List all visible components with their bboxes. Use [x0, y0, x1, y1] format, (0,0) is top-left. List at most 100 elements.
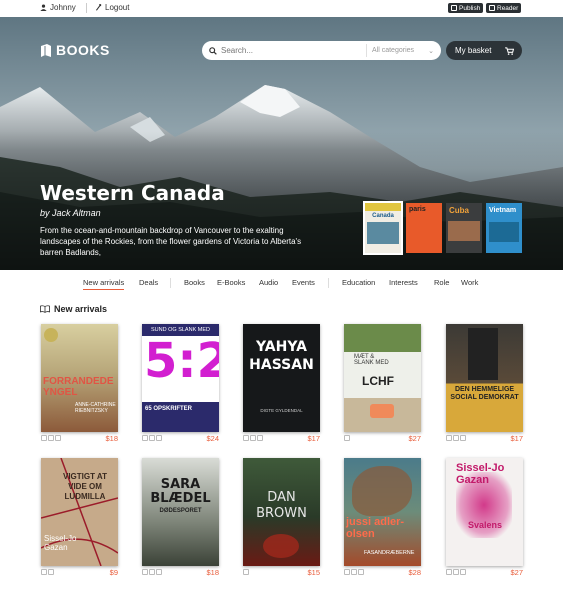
- basket-button[interactable]: My basket: [446, 41, 522, 60]
- search-input[interactable]: [221, 46, 361, 55]
- top-bar: Johnny Logout Publish Reader: [0, 0, 563, 17]
- book-price: $18: [206, 568, 219, 577]
- nav-books[interactable]: Books: [184, 278, 205, 287]
- book-title: Sissel-Jo Gazan: [456, 462, 505, 486]
- format-icon: [351, 569, 357, 575]
- book-cover[interactable]: Sissel-Jo Gazan Svalens: [446, 458, 523, 566]
- format-icons: [142, 435, 162, 441]
- pheasant-graphic: [352, 466, 412, 516]
- book-meta: $18: [142, 568, 219, 578]
- nav-role[interactable]: Role: [434, 278, 449, 287]
- nav-ebooks[interactable]: E-Books: [217, 278, 245, 287]
- publish-button[interactable]: Publish: [448, 3, 484, 13]
- hero-description: From the ocean-and-mountain backdrop of …: [40, 226, 302, 257]
- user-menu[interactable]: Johnny: [40, 3, 76, 12]
- book-photo-top: [344, 324, 421, 352]
- book-subtitle: DØDESPORET: [159, 508, 202, 514]
- book-subtitle: 65 OPSKRIFTER: [145, 406, 193, 412]
- format-icon: [142, 435, 148, 441]
- publish-label: Publish: [459, 4, 481, 12]
- logout-link[interactable]: Logout: [95, 3, 129, 12]
- format-icon: [257, 435, 263, 441]
- format-icon: [41, 569, 47, 575]
- book-cover[interactable]: FORRANDEDE YNGEL ANNE-CATHRINE RIEBNITZS…: [41, 324, 118, 432]
- book-cover[interactable]: SUND OG SLANK MED 5:2 65 OPSKRIFTER: [142, 324, 219, 432]
- award-seal: [44, 328, 58, 342]
- book-title: 5:2: [144, 333, 219, 389]
- featured-thumb-cuba[interactable]: Cuba: [446, 203, 482, 253]
- thumb-title: Cuba: [449, 206, 469, 215]
- book-footer: DIGTE GYLDENDAL: [260, 408, 303, 413]
- book-logo-icon: [41, 43, 51, 57]
- book-meta: $27: [446, 568, 523, 578]
- book-price: $17: [307, 434, 320, 443]
- book-meta: $15: [243, 568, 320, 578]
- book-price: $9: [109, 568, 118, 577]
- book-cover[interactable]: YAHYA HASSAN DIGTE GYLDENDAL: [243, 324, 320, 432]
- logout-icon: [95, 4, 102, 11]
- format-icon: [243, 435, 249, 441]
- format-icons: [243, 569, 249, 575]
- featured-thumb-vietnam[interactable]: Vietnam: [486, 203, 522, 253]
- cart-icon: [505, 46, 514, 55]
- nav-deals[interactable]: Deals: [139, 278, 158, 287]
- format-icons: [446, 569, 466, 575]
- format-icon: [446, 435, 452, 441]
- format-icons: [243, 435, 263, 441]
- book-cover[interactable]: DEN HEMMELIGE SOCIAL DEMOKRAT: [446, 324, 523, 432]
- book-cover[interactable]: DAN BROWN: [243, 458, 320, 566]
- nav-work[interactable]: Work: [461, 278, 478, 287]
- featured-thumb-canada[interactable]: Canada: [363, 201, 403, 255]
- format-icon: [460, 435, 466, 441]
- book-title: LCHF: [362, 374, 394, 388]
- nav-audio[interactable]: Audio: [259, 278, 278, 287]
- publish-icon: [451, 5, 457, 11]
- format-icon: [460, 569, 466, 575]
- book-meta: $9: [41, 568, 118, 578]
- book-subtitle: FASANDRÆBERNE: [364, 550, 415, 556]
- format-icons: [41, 435, 61, 441]
- search-icon: [209, 46, 217, 55]
- format-icon: [55, 435, 61, 441]
- brand-logo[interactable]: BOOKS: [40, 42, 110, 58]
- reader-button[interactable]: Reader: [486, 3, 522, 13]
- nav-education[interactable]: Education: [342, 278, 375, 287]
- featured-thumb-paris[interactable]: paris: [406, 203, 442, 253]
- search-bar[interactable]: All categories ⌄: [202, 41, 441, 60]
- format-icons: [344, 569, 364, 575]
- format-icon: [446, 569, 452, 575]
- thumb-title: Canada: [372, 213, 394, 219]
- salmon-dish: [370, 404, 394, 418]
- thumb-photo: [489, 222, 519, 242]
- section-title-label: New arrivals: [54, 304, 108, 314]
- book-cover[interactable]: MÆT & SLANK MED LCHF: [344, 324, 421, 432]
- book-author: ANNE-CATHRINE RIEBNITZSKY: [75, 402, 116, 414]
- hero-author: by Jack Altman: [40, 208, 101, 218]
- book-price: $24: [206, 434, 219, 443]
- book-price: $27: [408, 434, 421, 443]
- book-figure: [468, 328, 498, 380]
- book-title: YAHYA HASSAN: [249, 339, 314, 373]
- book-cover[interactable]: SARA BLÆDEL DØDESPORET: [142, 458, 219, 566]
- nav-events[interactable]: Events: [292, 278, 315, 287]
- book-meta: $17: [446, 434, 523, 444]
- nav-divider: [170, 278, 171, 288]
- nav-interests[interactable]: Interests: [389, 278, 418, 287]
- book-meta: $27: [344, 434, 421, 444]
- thumb-band: [365, 203, 401, 211]
- reader-label: Reader: [497, 4, 519, 12]
- chevron-down-icon: ⌄: [428, 47, 434, 55]
- format-icon: [453, 569, 459, 575]
- format-icons: [446, 435, 466, 441]
- book-price: $27: [510, 568, 523, 577]
- format-icon: [48, 435, 54, 441]
- book-price: $15: [307, 568, 320, 577]
- book-price: $17: [510, 434, 523, 443]
- nav-new-arrivals[interactable]: New arrivals: [83, 278, 125, 290]
- category-select[interactable]: All categories ⌄: [366, 44, 438, 57]
- divider: [86, 3, 87, 13]
- hero-title[interactable]: Western Canada: [40, 181, 225, 205]
- book-cover[interactable]: VIGTIGT AT VIDE OM LUDMILLA Sissel-Jo Ga…: [41, 458, 118, 566]
- book-cover[interactable]: jussi adler-olsen FASANDRÆBERNE: [344, 458, 421, 566]
- thumb-photo: [448, 221, 480, 241]
